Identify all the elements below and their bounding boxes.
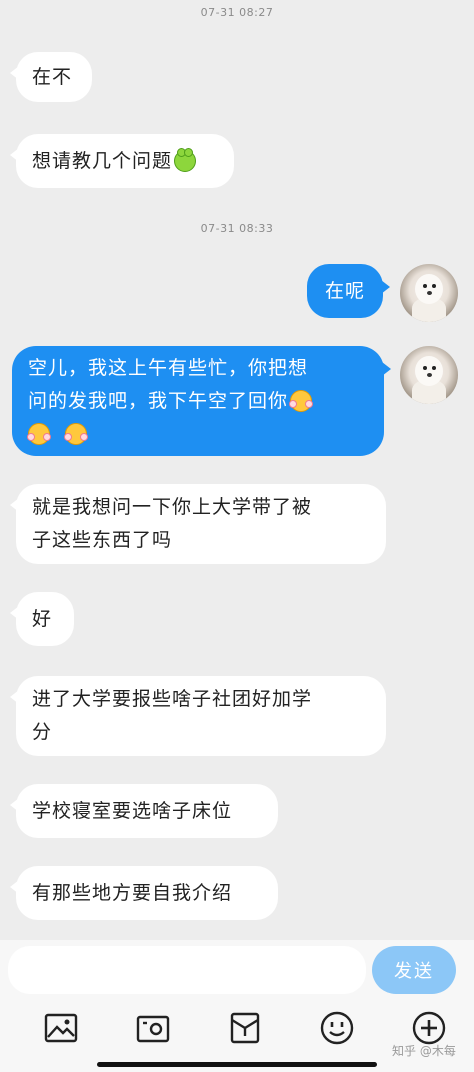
message-incoming[interactable]: 学校寝室要选啥子床位	[10, 784, 278, 838]
message-incoming[interactable]: 进了大学要报些啥子社团好加学 分	[10, 676, 386, 756]
message-input[interactable]	[8, 946, 366, 994]
message-text: 进了大学要报些啥子社团好加学	[32, 688, 313, 710]
message-incoming[interactable]: 有那些地方要自我介绍	[10, 866, 278, 920]
timestamp: 07-31 08:33	[200, 222, 274, 235]
message-text: 学校寝室要选啥子床位	[32, 799, 233, 822]
message-text: 分	[32, 721, 53, 743]
user-avatar[interactable]	[400, 346, 458, 404]
input-bar: 发送	[0, 940, 474, 1000]
camera-icon[interactable]	[131, 1006, 175, 1050]
message-outgoing[interactable]: 空儿，我这上午有些忙，你把想 问的发我吧，我下午空了回你	[12, 346, 391, 456]
blush-emoji-icon	[289, 390, 314, 412]
message-text: 空儿，我这上午有些忙，你把想	[28, 356, 309, 379]
chat-area: 07-31 08:27 在不 想请教几个问题 07-31 08:33 在呢 空儿…	[0, 0, 474, 940]
message-outgoing[interactable]: 在呢	[307, 264, 390, 318]
watermark: 知乎 @木每	[392, 1044, 456, 1058]
message-text: 在不	[32, 65, 73, 88]
message-incoming[interactable]: 好	[10, 592, 74, 646]
message-text: 子这些东西了吗	[32, 529, 173, 551]
frog-emoji-icon	[174, 148, 197, 172]
emoji-icon[interactable]	[315, 1006, 359, 1050]
message-text: 想请教几个问题	[32, 149, 173, 172]
message-text: 有那些地方要自我介绍	[32, 881, 233, 904]
message-incoming[interactable]: 就是我想问一下你上大学带了被 子这些东西了吗	[10, 484, 386, 564]
user-avatar[interactable]	[400, 264, 458, 322]
blush-emoji-icon	[27, 423, 51, 445]
message-text: 就是我想问一下你上大学带了被	[32, 496, 313, 518]
send-button[interactable]: 发送	[372, 946, 456, 994]
message-text: 问的发我吧，我下午空了回你	[28, 389, 289, 412]
blush-emoji-icon	[64, 423, 89, 445]
message-text: 好	[32, 607, 53, 630]
timestamp: 07-31 08:27	[200, 6, 274, 19]
message-incoming[interactable]: 想请教几个问题	[10, 134, 234, 188]
message-text: 在呢	[324, 279, 365, 302]
message-incoming[interactable]: 在不	[10, 52, 92, 102]
red-packet-icon[interactable]	[223, 1006, 267, 1050]
home-indicator[interactable]	[97, 1062, 377, 1067]
image-icon[interactable]	[39, 1006, 83, 1050]
